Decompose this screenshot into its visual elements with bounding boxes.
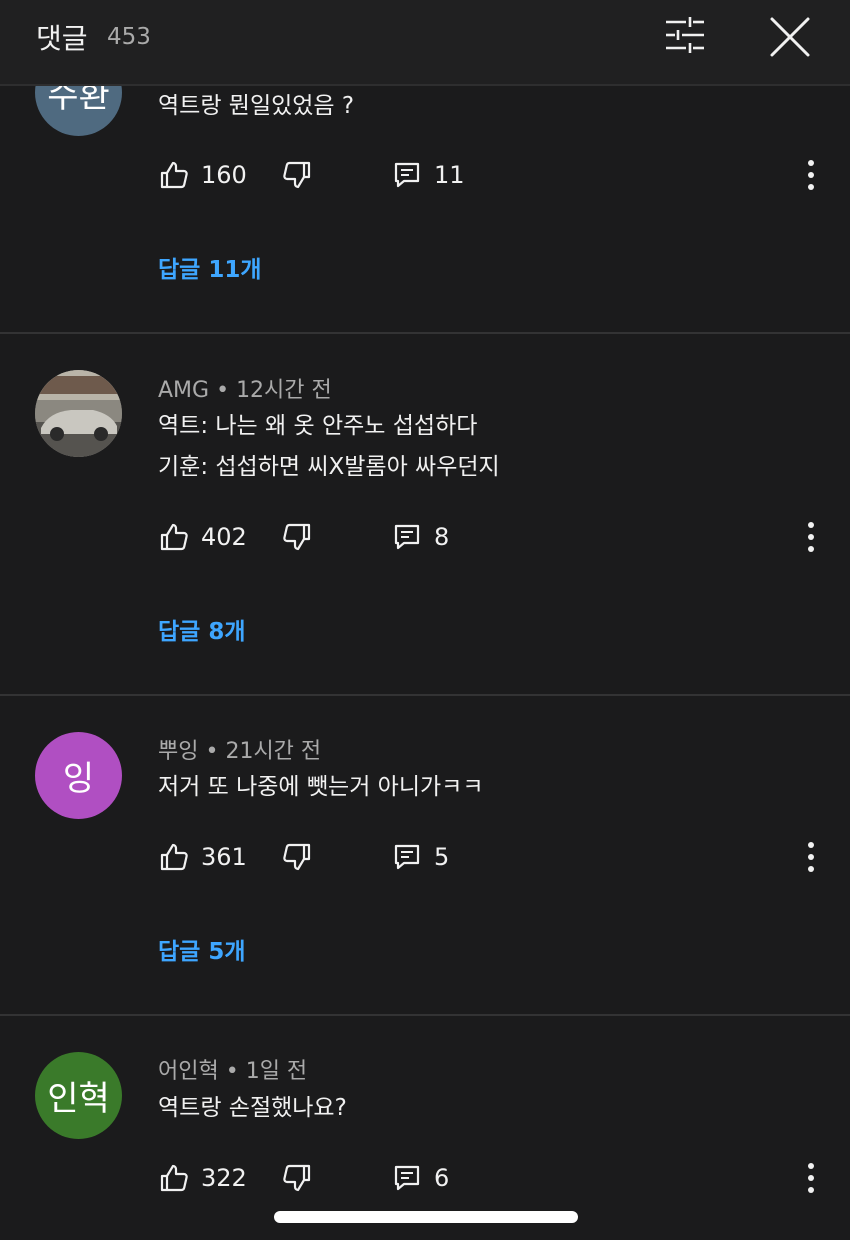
meta-separator: • — [209, 378, 237, 403]
avatar[interactable]: 잉 — [35, 732, 122, 819]
like-count: 361 — [201, 843, 247, 871]
thumbs-down-icon — [283, 161, 311, 189]
comment-time: 21시간 전 — [225, 739, 322, 764]
comment-icon — [394, 162, 420, 188]
like-count: 322 — [201, 1164, 247, 1192]
comment-text: 저거 또 나중에 뺏는거 아니가ㅋㅋ — [158, 774, 484, 800]
dislike-button[interactable] — [282, 157, 312, 193]
author-name[interactable]: 뿌잉 — [158, 739, 198, 764]
more-vertical-icon[interactable] — [796, 1161, 826, 1195]
reply-count: 6 — [434, 1164, 450, 1192]
thumbs-up-icon — [160, 161, 188, 189]
view-replies-link[interactable]: 답글 5개 — [158, 932, 246, 966]
thumbs-down-icon — [283, 843, 311, 871]
like-button[interactable]: 322 — [159, 1160, 247, 1196]
more-vertical-icon[interactable] — [796, 158, 826, 192]
header-title: 댓글 — [36, 22, 88, 55]
like-button[interactable]: 160 — [159, 157, 247, 193]
thumbs-up-icon — [160, 1164, 188, 1192]
view-replies-link[interactable]: 답글 11개 — [158, 250, 262, 284]
reply-count: 8 — [434, 523, 450, 551]
dislike-button[interactable] — [282, 839, 312, 875]
comments-header: 댓글 453 — [0, 0, 850, 86]
thumbs-up-icon — [160, 843, 188, 871]
comment-text: 역트: 나는 왜 옷 안주노 섭섭하다 — [158, 413, 478, 439]
comment-meta: 어인혁 • 1일 전 — [158, 1053, 307, 1085]
comment-text: 기훈: 섭섭하면 씨X발롬아 싸우던지 — [158, 454, 500, 480]
reply-button[interactable]: 5 — [392, 839, 449, 875]
car-photo-avatar — [35, 370, 122, 457]
reply-count: 5 — [434, 843, 450, 871]
comment-item: 잉 뿌잉 • 21시간 전 저거 또 나중에 뺏는거 아니가ㅋㅋ 361 5 답… — [0, 696, 850, 1016]
avatar[interactable] — [35, 370, 122, 457]
close-icon[interactable] — [767, 14, 813, 60]
comment-item: AMG • 12시간 전 역트: 나는 왜 옷 안주노 섭섭하다 기훈: 섭섭하… — [0, 334, 850, 696]
thumbs-up-icon — [160, 523, 188, 551]
view-replies-link[interactable]: 답글 8개 — [158, 612, 246, 646]
comment-icon — [394, 1165, 420, 1191]
reply-button[interactable]: 6 — [392, 1160, 449, 1196]
comment-time: 1일 전 — [245, 1059, 308, 1084]
dislike-button[interactable] — [282, 1160, 312, 1196]
like-button[interactable]: 361 — [159, 839, 247, 875]
comment-text: 역트랑 뭔일있었음 ? — [158, 93, 355, 119]
comment-count: 453 — [107, 24, 151, 50]
reply-button[interactable]: 8 — [392, 519, 449, 555]
meta-separator: • — [218, 1059, 246, 1084]
comment-icon — [394, 524, 420, 550]
avatar[interactable]: 인혁 — [35, 1052, 122, 1139]
like-button[interactable]: 402 — [159, 519, 247, 555]
comment-icon — [394, 844, 420, 870]
dislike-button[interactable] — [282, 519, 312, 555]
comment-item: 인혁 어인혁 • 1일 전 역트랑 손절했나요? 322 6 — [0, 1016, 850, 1240]
meta-separator: • — [198, 739, 226, 764]
author-name[interactable]: AMG — [158, 378, 209, 403]
comment-meta: AMG • 12시간 전 — [158, 372, 332, 404]
like-count: 160 — [201, 161, 247, 189]
avatar-initials: 인혁 — [47, 1079, 110, 1119]
sliders-icon[interactable] — [662, 14, 708, 56]
thumbs-down-icon — [283, 1164, 311, 1192]
reply-button[interactable]: 11 — [392, 157, 465, 193]
more-vertical-icon[interactable] — [796, 520, 826, 554]
reply-count: 11 — [434, 161, 465, 189]
thumbs-down-icon — [283, 523, 311, 551]
comment-time: 12시간 전 — [236, 378, 332, 403]
author-name[interactable]: 어인혁 — [158, 1059, 219, 1084]
comment-text: 역트랑 손절했나요? — [158, 1095, 347, 1121]
avatar-initials: 잉 — [62, 759, 95, 799]
like-count: 402 — [201, 523, 247, 551]
comment-meta: 뿌잉 • 21시간 전 — [158, 733, 321, 765]
home-indicator[interactable] — [274, 1211, 578, 1223]
more-vertical-icon[interactable] — [796, 840, 826, 874]
